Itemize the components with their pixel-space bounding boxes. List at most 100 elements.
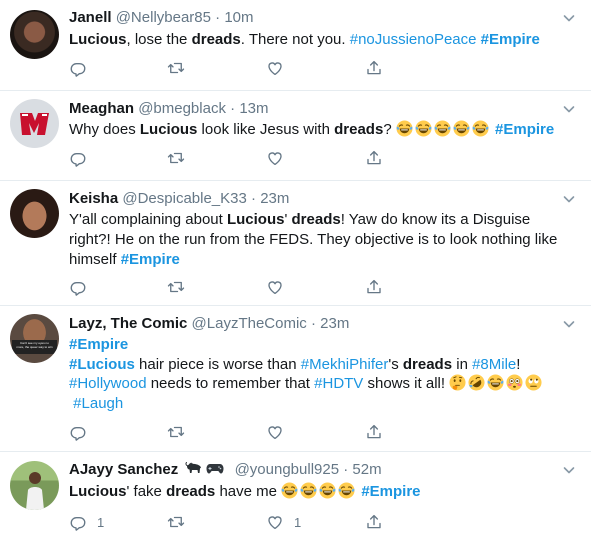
water-buffalo-icon [185,461,203,475]
share-button[interactable] [365,58,383,78]
face-with-rolling-eyes-icon [525,374,542,391]
like-button[interactable] [266,422,284,442]
separator: · [251,190,257,207]
hashtag-link[interactable]: #Empire [495,121,554,138]
share-icon [365,423,383,441]
display-name[interactable]: Keisha [69,190,118,207]
text-run: . There not you. [240,31,350,48]
hashtag-link[interactable]: #Empire [361,483,420,500]
retweet-button[interactable] [167,277,185,297]
user-handle[interactable]: @LayzTheComic [192,315,307,332]
meme-portrait-avatar[interactable]: Can't see my eyes no more, the queer way… [10,314,59,363]
text-run: needs to remember that [146,375,315,392]
reply-button[interactable] [69,277,87,297]
retweet-button[interactable] [167,58,185,78]
man-outdoor-avatar[interactable] [10,461,59,510]
dark-portrait-avatar[interactable] [10,10,59,59]
share-button[interactable] [365,148,383,168]
face-with-tears-of-joy-icon [396,120,413,137]
hashtag-link[interactable]: #Laugh [73,395,123,412]
retweet-icon [167,423,185,441]
share-button[interactable] [365,512,383,532]
face-with-tears-of-joy-icon [434,120,451,137]
hashtag-link[interactable]: #Empire [69,336,128,353]
reply-button[interactable] [69,148,87,168]
tweet-header: Layz, The Comic @LayzTheComic · 23m [69,314,349,334]
hashtag-link[interactable]: #MekhiPhifer [301,356,389,373]
timestamp[interactable]: 23m [260,190,289,207]
like-button[interactable] [266,277,284,297]
text-run: ? [383,121,396,138]
chevron-down-icon[interactable] [561,462,577,478]
retweet-button[interactable] [167,422,185,442]
hashtag-link[interactable]: #Lucious [69,356,135,373]
tweet[interactable]: AJayy Sanchez @youngbull925 · 52m Luciou… [0,452,591,546]
separator: · [343,461,349,478]
share-icon [365,149,383,167]
mention-term: Lucious [139,121,198,138]
text-run: 's [388,355,403,373]
reply-button[interactable] [69,58,87,78]
reply-icon [69,513,87,531]
share-icon [365,59,383,77]
user-handle[interactable]: @youngbull925 [235,461,339,478]
timestamp[interactable]: 10m [224,9,253,26]
tweet-header: Janell @Nellybear85 · 10m [69,8,254,28]
tweet-text: Lucious, lose the dreads. There not you.… [69,30,574,50]
user-handle[interactable]: @Nellybear85 [116,9,211,26]
hashtag-link[interactable]: #HDTV [314,375,363,392]
tweet[interactable]: Keisha @Despicable_K33 · 23m Y'all compl… [0,181,591,306]
hashtag-link[interactable]: #Empire [481,31,540,48]
reply-button[interactable] [69,422,87,442]
text-run: have me [215,483,282,500]
like-count: 1 [294,514,302,530]
like-button[interactable] [266,148,284,168]
flushed-face-icon [506,374,523,391]
hashtag-link[interactable]: #Empire [121,251,180,268]
retweet-button[interactable] [167,512,185,532]
chevron-down-icon[interactable] [561,101,577,117]
rolling-on-floor-laughing-icon [468,374,485,391]
tweet[interactable]: Can't see my eyes no more, the queer way… [0,306,591,452]
face-with-tears-of-joy-icon [300,482,317,499]
tweet[interactable]: Janell @Nellybear85 · 10m Lucious, lose … [0,0,591,91]
like-button[interactable]: 1 [266,512,301,532]
chevron-down-icon[interactable] [561,316,577,332]
hashtag-link[interactable]: #noJussienoPeace [350,31,477,48]
display-name[interactable]: Layz, The Comic [69,315,187,332]
share-button[interactable] [365,277,383,297]
user-handle[interactable]: @bmegblack [138,100,226,117]
chevron-down-icon[interactable] [561,10,577,26]
separator: · [215,9,221,26]
tweet-text: Lucious' fake dreads have me #Empire [69,482,574,502]
sports-logo-avatar[interactable] [10,99,59,148]
mention-term: Lucious [226,211,285,228]
share-button[interactable] [365,422,383,442]
text-run: hair piece is worse than [134,355,301,373]
tweet[interactable]: Meaghan @bmegblack · 13m Why does Luciou… [0,91,591,181]
timestamp[interactable]: 13m [239,100,268,117]
display-name[interactable]: AJayy Sanchez [69,461,178,478]
like-button[interactable] [266,58,284,78]
user-handle[interactable]: @Despicable_K33 [122,190,246,207]
woman-portrait-avatar[interactable] [10,189,59,238]
face-with-tears-of-joy-icon [338,482,355,499]
video-game-controller-icon [206,461,224,475]
reply-icon [69,59,87,77]
display-name[interactable]: Meaghan [69,100,134,117]
display-name[interactable]: Janell [69,9,112,26]
chevron-down-icon[interactable] [561,191,577,207]
timestamp[interactable]: 23m [320,315,349,332]
timestamp[interactable]: 52m [352,461,381,478]
mention-term: Lucious [69,483,127,500]
retweet-button[interactable] [167,148,185,168]
text-run: ' [284,211,292,228]
reply-button[interactable]: 1 [69,512,104,532]
mention-term: Lucious [69,31,127,48]
reply-count: 1 [97,514,105,530]
text-run: Y'all complaining about [69,211,227,228]
mention-term: dreads [166,483,216,500]
hashtag-link[interactable]: #Hollywood [69,375,147,392]
hashtag-link[interactable]: #8Mile [472,356,516,373]
face-with-tears-of-joy-icon [453,120,470,137]
